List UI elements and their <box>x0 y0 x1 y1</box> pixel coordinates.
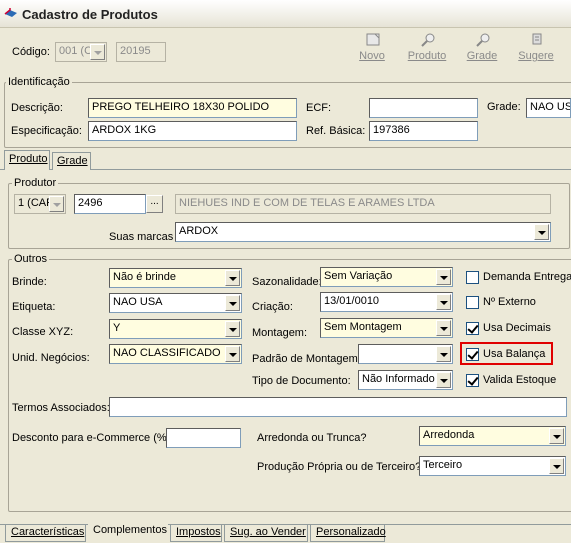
arredonda-label: Arredonda ou Trunca? <box>257 432 367 444</box>
app-icon <box>4 8 17 17</box>
ref-basica-field[interactable]: 197386 <box>369 121 478 141</box>
demanda-entrega-checkbox[interactable] <box>466 271 479 284</box>
produto-button[interactable]: Produto <box>407 32 447 66</box>
numero-externo-checkbox[interactable] <box>466 296 479 309</box>
grade-field[interactable]: NAO USA <box>526 98 571 118</box>
chevron-down-icon[interactable] <box>436 372 451 388</box>
sazonalidade-combo[interactable]: Sem Variação <box>320 267 453 287</box>
unid-negocios-label: Unid. Negócios: <box>12 352 90 364</box>
tipo-documento-label: Tipo de Documento: <box>252 375 351 387</box>
produtor-search-button[interactable]: ... <box>146 195 163 213</box>
codigo-label: Código: <box>12 46 50 58</box>
usa-decimais-checkbox[interactable] <box>466 322 479 335</box>
arredonda-combo[interactable]: Arredonda <box>419 426 566 446</box>
criacao-combo[interactable]: 13/01/0010 <box>320 292 453 312</box>
usa-balanca-checkbox[interactable] <box>466 348 479 361</box>
especificacao-label: Especificação: <box>11 125 82 137</box>
numero-externo-label: Nº Externo <box>483 296 536 308</box>
tab-impostos[interactable]: Impostos <box>170 525 222 542</box>
chevron-down-icon[interactable] <box>225 270 240 286</box>
chevron-down-icon[interactable] <box>436 320 451 336</box>
chevron-down-icon[interactable] <box>49 196 64 212</box>
magnifier-icon <box>476 33 490 47</box>
chevron-down-icon[interactable] <box>549 458 564 474</box>
termos-field[interactable] <box>109 397 567 417</box>
chevron-down-icon[interactable] <box>549 428 564 444</box>
produtor-codigo-field[interactable]: 2496 <box>74 194 146 214</box>
produtor-tipo-combo[interactable]: 1 (CAR <box>14 194 66 214</box>
classe-xyz-combo[interactable]: Y <box>109 319 242 339</box>
suggest-icon <box>532 33 542 45</box>
ecf-field[interactable] <box>369 98 478 118</box>
produtor-title: Produtor <box>12 177 59 189</box>
tab-produto[interactable]: Produto <box>4 150 50 170</box>
producao-combo[interactable]: Terceiro <box>419 456 566 476</box>
usa-decimais-label: Usa Decimais <box>483 322 551 334</box>
produtor-nome-field: NIEHUES IND E COM DE TELAS E ARAMES LTDA <box>175 194 551 214</box>
ref-basica-label: Ref. Básica: <box>306 125 366 137</box>
suas-marcas-label: Suas marcas <box>109 231 174 243</box>
codigo-combo[interactable]: 001 (C <box>55 42 107 62</box>
brinde-combo[interactable]: Não é brinde <box>109 268 242 288</box>
descricao-label: Descrição: <box>11 102 63 114</box>
desconto-field[interactable] <box>166 428 241 448</box>
padrao-montagem-label: Padrão de Montagem: <box>252 353 361 365</box>
especificacao-field[interactable]: ARDOX 1KG <box>88 121 297 141</box>
chevron-down-icon[interactable] <box>225 346 240 362</box>
usa-balanca-label: Usa Balança <box>483 348 546 360</box>
chevron-down-icon[interactable] <box>225 295 240 311</box>
ecf-label: ECF: <box>306 102 332 114</box>
sugere-button[interactable]: Sugere <box>516 32 556 66</box>
padrao-montagem-combo[interactable] <box>358 344 453 364</box>
chevron-down-icon[interactable] <box>436 346 451 362</box>
suas-marcas-combo[interactable]: ARDOX <box>175 222 551 242</box>
desconto-label: Desconto para e-Commerce (%) <box>12 432 171 444</box>
montagem-combo[interactable]: Sem Montagem <box>320 318 453 338</box>
sazonalidade-label: Sazonalidade: <box>252 276 322 288</box>
tab-complementos[interactable]: Complementos <box>88 522 168 541</box>
window: Cadastro de Produtos Código: 001 (C 2019… <box>0 0 571 543</box>
tab-personalizado[interactable]: Personalizado <box>310 525 386 542</box>
demanda-entrega-label: Demanda Entrega <box>483 271 571 283</box>
chevron-down-icon[interactable] <box>534 224 549 240</box>
unid-negocios-combo[interactable]: NAO CLASSIFICADO <box>109 344 242 364</box>
chevron-down-icon[interactable] <box>225 321 240 337</box>
termos-label: Termos Associados: <box>12 402 110 414</box>
tab-grade[interactable]: Grade <box>52 152 91 170</box>
producao-label: Produção Própria ou de Terceiro? <box>257 461 422 473</box>
tipo-documento-combo[interactable]: Não Informado <box>358 370 453 390</box>
chevron-down-icon[interactable] <box>436 269 451 285</box>
novo-button[interactable]: Novo <box>352 32 392 66</box>
criacao-label: Criação: <box>252 301 293 313</box>
descricao-field[interactable]: PREGO TELHEIRO 18X30 POLIDO <box>88 98 297 118</box>
outros-title: Outros <box>12 253 50 265</box>
new-document-icon <box>366 33 380 46</box>
grade-label: Grade: <box>487 101 521 113</box>
classe-xyz-label: Classe XYZ: <box>12 326 74 338</box>
identificacao-title: Identificação <box>6 76 72 88</box>
montagem-label: Montagem: <box>252 327 308 339</box>
codigo-field[interactable]: 20195 <box>116 42 166 62</box>
etiqueta-combo[interactable]: NAO USA <box>109 293 242 313</box>
valida-estoque-checkbox[interactable] <box>466 374 479 387</box>
grade-button[interactable]: Grade <box>462 32 502 66</box>
tab-caracteristicas[interactable]: Características <box>5 525 86 542</box>
window-title: Cadastro de Produtos <box>22 7 158 22</box>
etiqueta-label: Etiqueta: <box>12 301 56 313</box>
chevron-down-icon[interactable] <box>436 294 451 310</box>
brinde-label: Brinde: <box>12 276 47 288</box>
valida-estoque-label: Valida Estoque <box>483 374 557 386</box>
chevron-down-icon[interactable] <box>90 44 105 60</box>
tab-sug-ao-vender[interactable]: Sug. ao Vender <box>224 525 308 542</box>
title-bar: Cadastro de Produtos <box>0 0 571 28</box>
magnifier-icon <box>421 33 435 47</box>
